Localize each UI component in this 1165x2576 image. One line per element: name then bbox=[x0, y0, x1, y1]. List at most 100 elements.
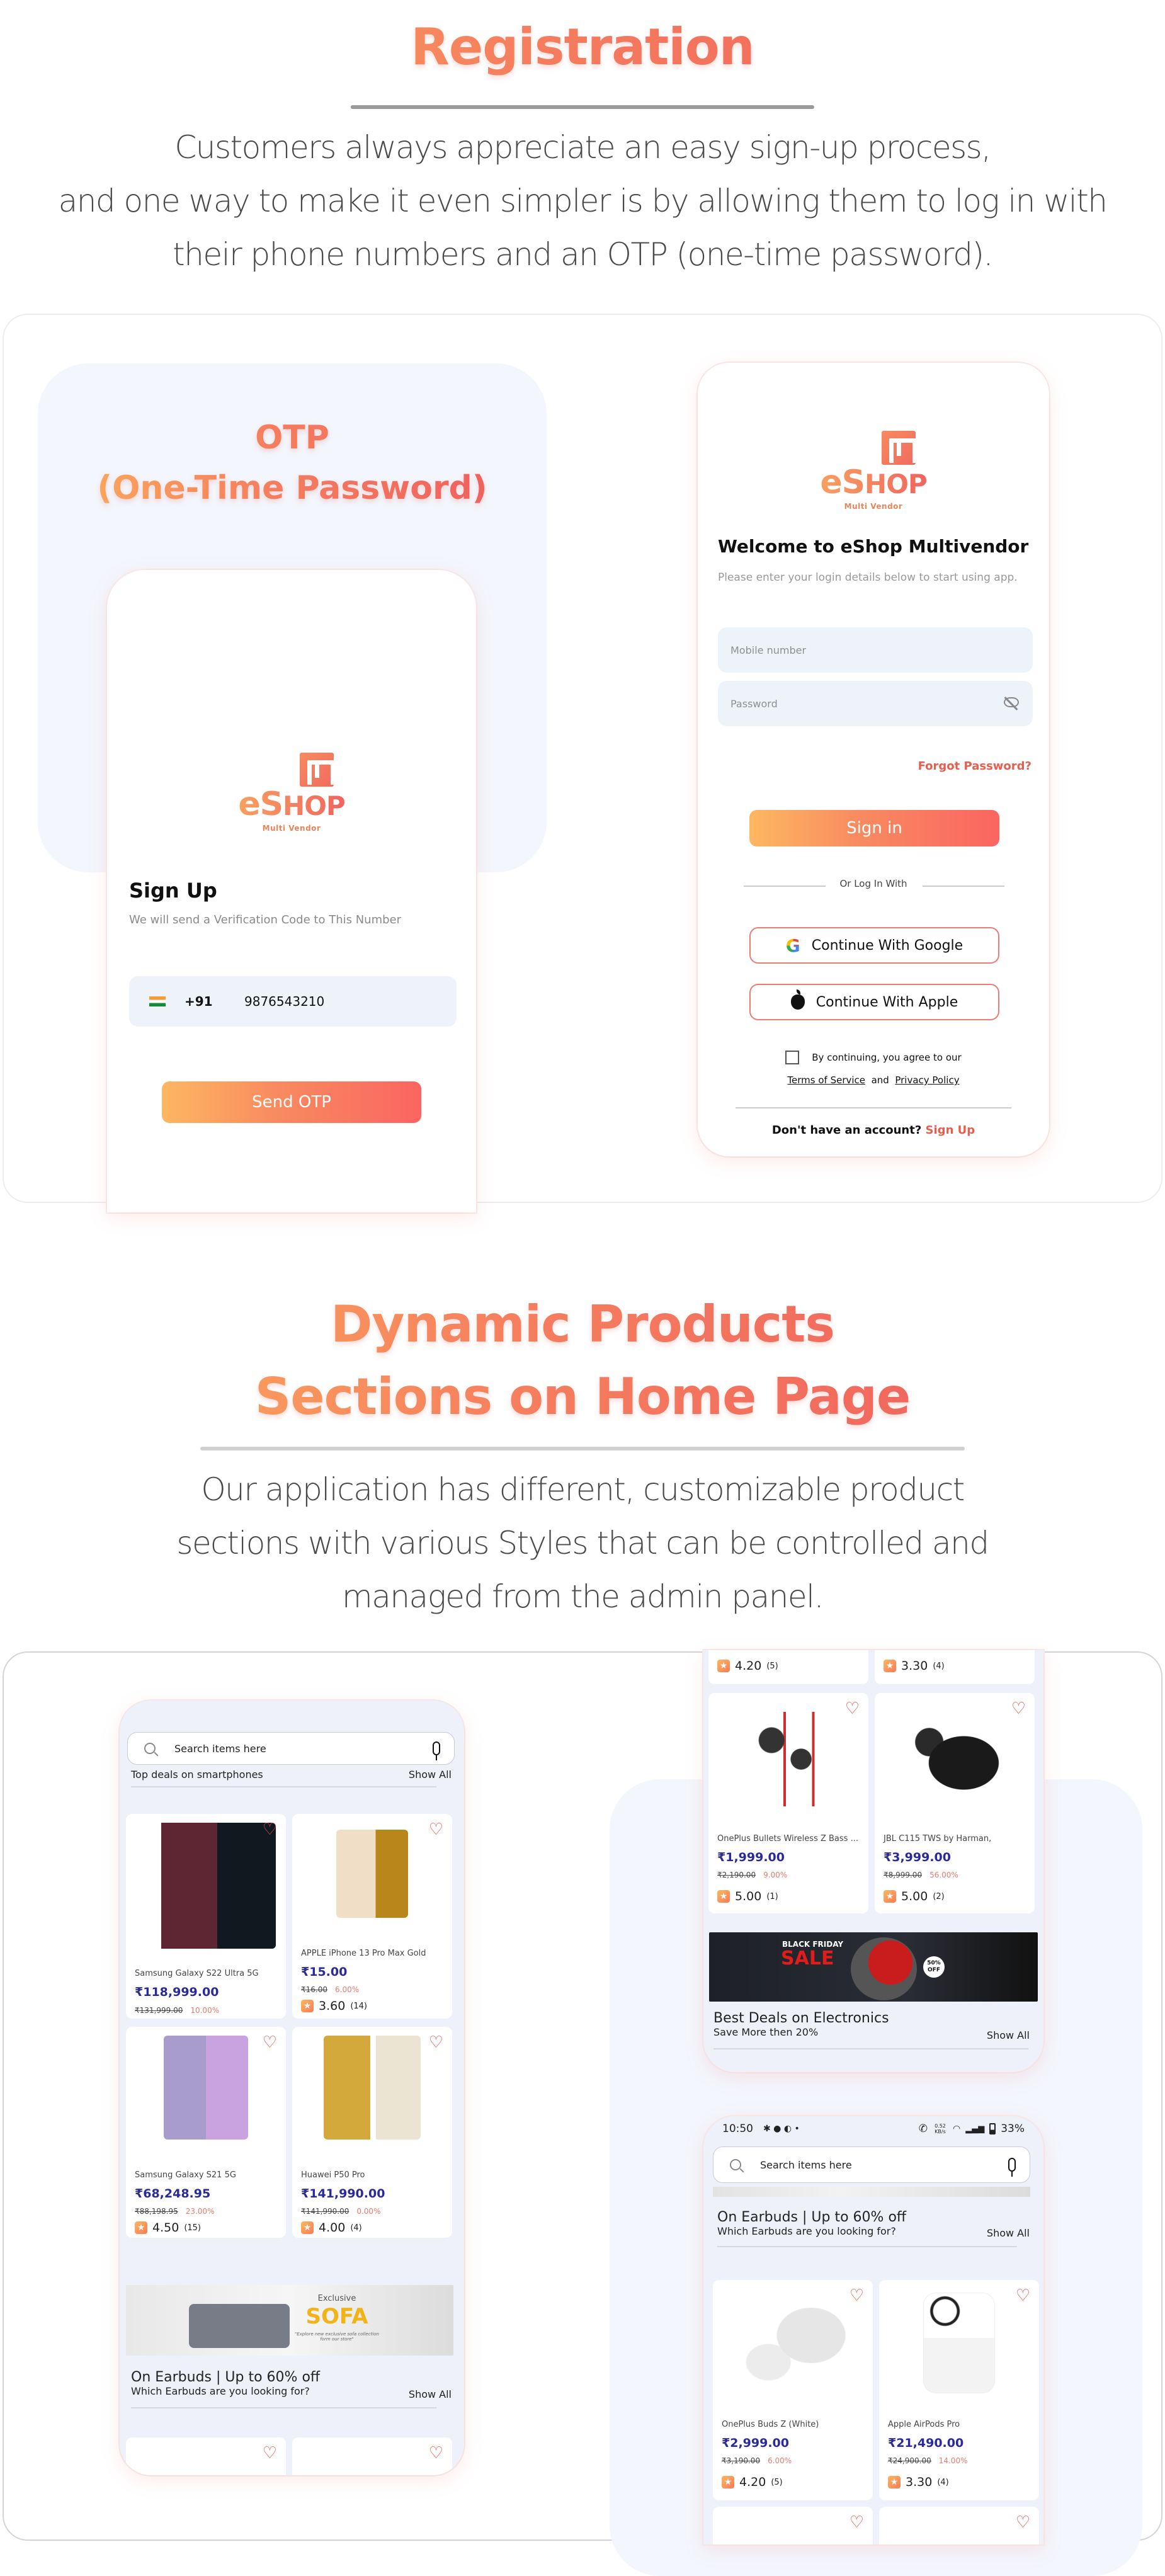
product-card[interactable]: ♡ JBL C115 TWS by Harman, ₹3,999.00 ₹8,9… bbox=[875, 1693, 1035, 1913]
product-card[interactable]: ♡ bbox=[126, 2437, 286, 2475]
product-card[interactable]: ♡ bbox=[292, 2437, 452, 2475]
show-all-link[interactable]: Show All bbox=[987, 2227, 1030, 2239]
agree-checkbox[interactable] bbox=[785, 1051, 800, 1064]
home-phone-left: Search items here Top deals on smartphon… bbox=[120, 1701, 464, 2475]
dynamic-description: Our application has different, customiza… bbox=[176, 1471, 989, 1615]
rating: ★ 3.60 (14) bbox=[301, 1999, 367, 2013]
rating: ★ 4.20 (5) bbox=[717, 1659, 778, 1673]
phone-number-field[interactable]: +91 9876543210 bbox=[129, 976, 457, 1027]
show-all-link[interactable]: Show All bbox=[987, 2029, 1030, 2041]
product-image bbox=[324, 2036, 421, 2140]
continue-apple-button[interactable]: Continue With Apple bbox=[749, 984, 999, 1020]
product-card[interactable]: ♡ OnePlus Buds Z (White) ₹2,999.00 ₹3,19… bbox=[713, 2280, 873, 2500]
heart-icon[interactable]: ♡ bbox=[1016, 2514, 1030, 2531]
eshop-logo: eSHOP Multi Vendor bbox=[698, 431, 1049, 511]
product-card[interactable]: ♡ Apple AirPods Pro ₹21,490.00 ₹24,900.0… bbox=[879, 2280, 1039, 2500]
signup-phone: eSHOP Multi Vendor Sign Up We will send … bbox=[107, 570, 476, 1212]
forgot-password-link[interactable]: Forgot Password? bbox=[918, 760, 1031, 773]
dynamic-products-title: Dynamic Products Sections on Home Page bbox=[0, 1288, 1165, 1433]
sign-in-button[interactable]: Sign in bbox=[749, 810, 999, 846]
product-card[interactable]: ♡ Samsung Galaxy S21 5G ₹68,248.95 ₹88,1… bbox=[126, 2027, 286, 2238]
section-header: Top deals on smartphones bbox=[131, 1769, 263, 1781]
status-bar-left: 10:50 ✱ ● ◐ • bbox=[722, 2123, 800, 2135]
heart-icon[interactable]: ♡ bbox=[1016, 2288, 1030, 2304]
product-card[interactable]: ♡ Huawei P50 Pro ₹141,990.00 ₹141,990.00… bbox=[292, 2027, 452, 2238]
model-image bbox=[851, 1937, 917, 2000]
search-icon bbox=[144, 1743, 156, 1754]
signup-title: Sign Up bbox=[129, 879, 217, 903]
banner-edge bbox=[713, 2187, 1030, 2197]
google-icon: G bbox=[785, 935, 800, 956]
rating: ★ 5.00 (1) bbox=[717, 1889, 778, 1903]
mobile-number-field[interactable]: Mobile number bbox=[718, 627, 1033, 673]
star-icon: ★ bbox=[722, 2476, 734, 2488]
heart-icon[interactable]: ♡ bbox=[429, 2034, 443, 2051]
product-image bbox=[164, 2036, 248, 2140]
signal-icon: ▂▄▆ bbox=[965, 2124, 985, 2134]
section-header: Best Deals on Electronics Save More then… bbox=[713, 2010, 889, 2038]
search-icon bbox=[730, 2159, 741, 2170]
section-divider bbox=[717, 2246, 1017, 2247]
terms-link[interactable]: Terms of Service bbox=[787, 1074, 865, 1086]
search-bar[interactable]: Search items here bbox=[127, 1732, 455, 1765]
legal-links: Terms of Service and Privacy Policy bbox=[787, 1074, 960, 1086]
heart-icon[interactable]: ♡ bbox=[850, 2514, 864, 2531]
sign-up-link[interactable]: Sign Up bbox=[926, 1124, 975, 1137]
apple-icon bbox=[790, 989, 805, 1010]
search-bar[interactable]: Search items here bbox=[713, 2146, 1030, 2183]
star-icon: ★ bbox=[301, 2221, 314, 2234]
continue-google-button[interactable]: G Continue With Google bbox=[749, 927, 999, 964]
star-icon: ★ bbox=[884, 1660, 896, 1672]
section-header: On Earbuds | Up to 60% off Which Earbuds… bbox=[717, 2209, 907, 2237]
product-image bbox=[136, 1823, 276, 1949]
phone-value[interactable]: 9876543210 bbox=[244, 994, 324, 1009]
sofa-image bbox=[189, 2304, 290, 2348]
divider-right bbox=[923, 886, 1004, 887]
star-icon: ★ bbox=[135, 2221, 147, 2234]
product-card[interactable]: ♡ OnePlus Bullets Wireless Z Bass ... ₹1… bbox=[708, 1693, 868, 1913]
heart-icon[interactable]: ♡ bbox=[263, 2034, 277, 2051]
microphone-icon[interactable] bbox=[433, 1741, 440, 1760]
product-card[interactable]: ♡ APPLE iPhone 13 Pro Max Gold ₹15.00 ₹1… bbox=[292, 1814, 452, 2019]
wifi-icon: ◠ bbox=[952, 2124, 961, 2134]
heart-icon[interactable]: ♡ bbox=[263, 2445, 277, 2461]
black-friday-banner[interactable]: BLACK FRIDAY SALE 50% OFF bbox=[709, 1932, 1038, 2002]
eye-off-icon[interactable] bbox=[1004, 697, 1019, 710]
sofa-banner[interactable]: Exclusive SOFA "Explore new exclusive so… bbox=[126, 2285, 453, 2356]
heart-icon[interactable]: ♡ bbox=[263, 1821, 277, 1838]
product-card[interactable]: ♡ Samsung Galaxy S22 Ultra 5G ₹118,999.0… bbox=[126, 1814, 286, 2019]
section-divider bbox=[131, 2407, 436, 2408]
show-all-link[interactable]: Show All bbox=[409, 2388, 452, 2400]
privacy-link[interactable]: Privacy Policy bbox=[895, 1074, 959, 1086]
india-flag-icon bbox=[149, 996, 166, 1006]
registration-description: Customers always appreciate an easy sign… bbox=[58, 129, 1108, 273]
show-all-link[interactable]: Show All bbox=[409, 1769, 452, 1781]
heart-icon[interactable]: ♡ bbox=[850, 2288, 864, 2304]
otp-heading: OTP (One-Time Password) bbox=[38, 413, 547, 513]
heart-icon[interactable]: ♡ bbox=[429, 2445, 443, 2461]
product-image bbox=[909, 1721, 1000, 1791]
product-card[interactable]: ♡ bbox=[879, 2507, 1039, 2545]
star-icon: ★ bbox=[884, 1890, 896, 1903]
discount-badge: 50% OFF bbox=[923, 1956, 945, 1978]
product-card[interactable]: ♡ bbox=[713, 2507, 873, 2545]
heart-icon[interactable]: ♡ bbox=[845, 1701, 860, 1717]
microphone-icon[interactable] bbox=[1008, 2158, 1016, 2177]
product-card[interactable]: ★ 3.30 (4) bbox=[875, 1650, 1035, 1684]
password-field[interactable]: Password bbox=[718, 681, 1033, 726]
heart-icon[interactable]: ♡ bbox=[1011, 1701, 1026, 1717]
section-header: On Earbuds | Up to 60% off Which Earbuds… bbox=[131, 2369, 321, 2397]
rating: ★ 4.20 (5) bbox=[722, 2475, 783, 2489]
footer-divider bbox=[736, 1107, 1011, 1108]
star-icon: ★ bbox=[888, 2476, 901, 2488]
product-card[interactable]: ★ 4.20 (5) bbox=[708, 1650, 868, 1684]
star-icon: ★ bbox=[301, 2000, 314, 2012]
rating: ★ 3.30 (4) bbox=[888, 2475, 949, 2489]
product-image bbox=[746, 1712, 831, 1806]
heart-icon[interactable]: ♡ bbox=[429, 1821, 443, 1838]
country-code[interactable]: +91 bbox=[185, 994, 244, 1009]
call-icon: ✆ bbox=[918, 2123, 928, 2135]
notification-icons: ✱ ● ◐ • bbox=[763, 2124, 800, 2134]
send-otp-button[interactable]: Send OTP bbox=[162, 1081, 421, 1123]
product-image bbox=[732, 2293, 854, 2400]
